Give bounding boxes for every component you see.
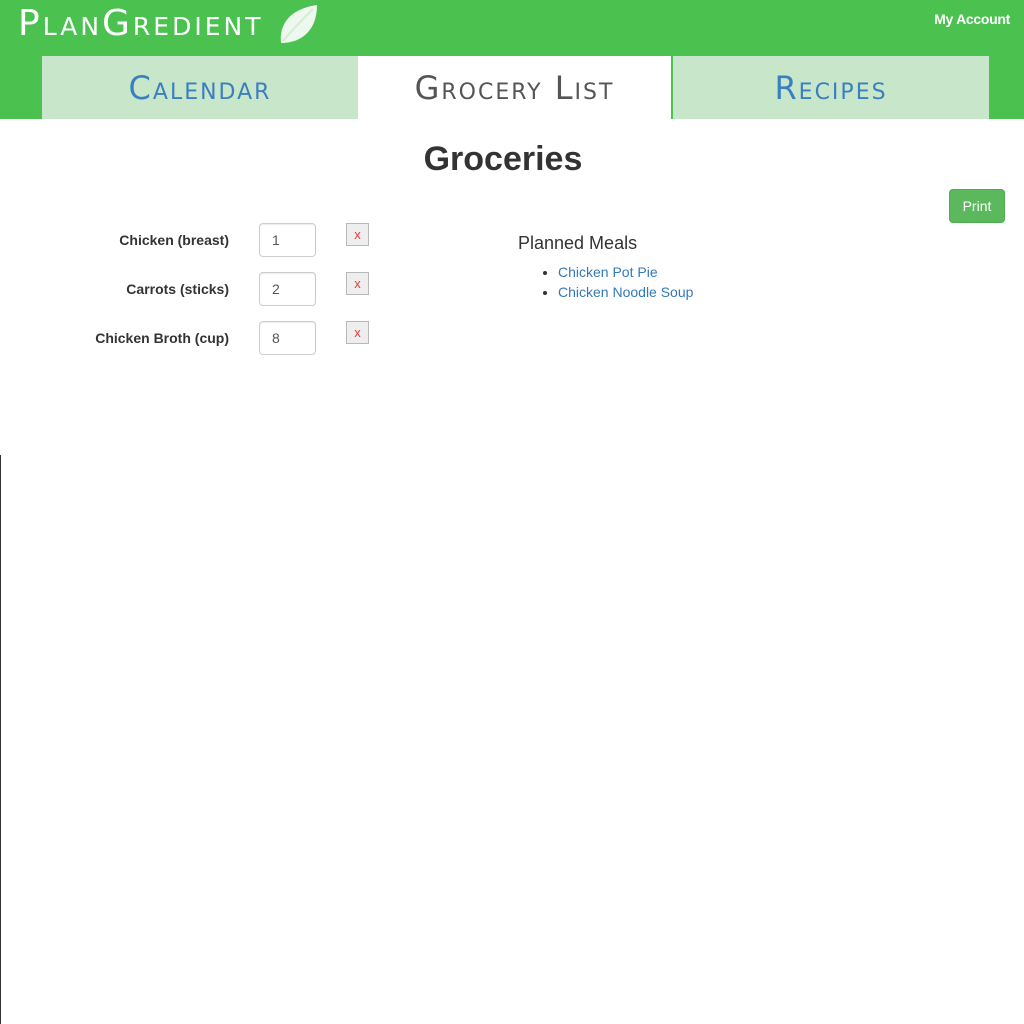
quantity-input[interactable] [259,321,316,355]
tab-recipes[interactable]: Recipes [673,56,989,119]
grocery-item-label: Chicken Broth (cup) [95,330,229,346]
remove-item-button[interactable]: x [346,321,369,344]
page: PlanGredient My Account Calendar Grocery… [0,0,1024,1024]
page-title: Groceries [423,140,583,178]
quantity-input[interactable] [259,223,316,257]
remove-item-button[interactable]: x [346,223,369,246]
meal-link[interactable]: Chicken Pot Pie [558,264,658,280]
planned-meals-list: Chicken Pot Pie Chicken Noodle Soup [518,262,693,302]
grocery-row: Carrots (sticks) x [0,272,400,306]
grocery-row: Chicken Broth (cup) x [0,321,400,355]
list-item: Chicken Noodle Soup [558,282,693,302]
grocery-item-label: Carrots (sticks) [126,281,229,297]
print-button[interactable]: Print [949,189,1005,223]
quantity-input[interactable] [259,272,316,306]
list-item: Chicken Pot Pie [558,262,693,282]
logo-text: PlanGredient [18,3,264,44]
my-account-link[interactable]: My Account [934,11,1010,27]
planned-meals-heading: Planned Meals [518,233,638,253]
logo[interactable]: PlanGredient [18,2,319,46]
tab-calendar[interactable]: Calendar [42,56,358,119]
grocery-item-label: Chicken (breast) [119,232,229,248]
header: PlanGredient My Account Calendar Grocery… [0,0,1024,119]
remove-item-button[interactable]: x [346,272,369,295]
leaf-icon [277,3,319,45]
grocery-row: Chicken (breast) x [0,223,400,257]
window-edge [0,455,1,1024]
tab-grocery-list[interactable]: Grocery List [358,56,671,119]
meal-link[interactable]: Chicken Noodle Soup [558,284,693,300]
